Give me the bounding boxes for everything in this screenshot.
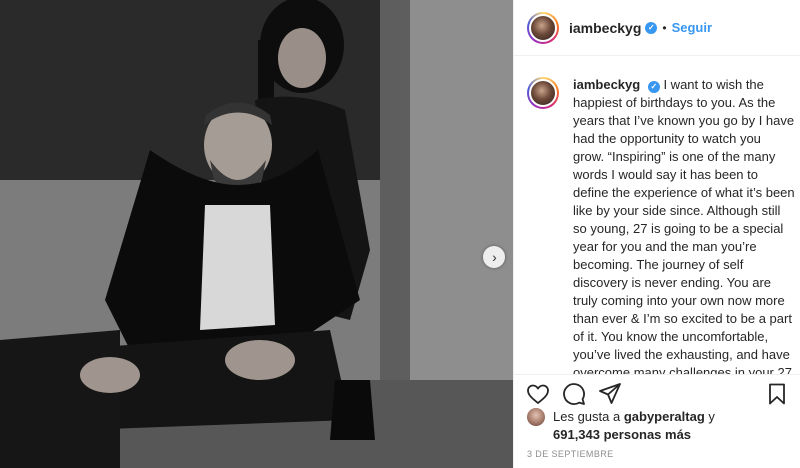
- likes-text: Les gusta a gabyperaltag y 691,343 perso…: [553, 408, 715, 444]
- caption-body: I want to wish the happiest of birthdays…: [573, 77, 795, 374]
- post-header: iambeckyg ✓ • Seguir: [514, 0, 800, 56]
- likes-count[interactable]: 691,343 personas más: [553, 427, 691, 442]
- caption-username[interactable]: iambeckyg: [573, 77, 640, 92]
- verified-badge-icon: ✓: [645, 21, 658, 34]
- likes-prefix: Les gusta a: [553, 409, 621, 424]
- caption-text-block: iambeckyg ✓ I want to wish the happiest …: [573, 76, 795, 374]
- chevron-right-icon: ›: [492, 249, 497, 265]
- comments-area[interactable]: iambeckyg ✓ I want to wish the happiest …: [514, 56, 800, 374]
- follow-button[interactable]: Seguir: [672, 20, 712, 35]
- separator-dot: •: [662, 20, 667, 35]
- likes-conjunction: y: [708, 409, 715, 424]
- comment-icon[interactable]: [562, 382, 586, 406]
- post-sidebar: iambeckyg ✓ • Seguir iambeckyg ✓ I want …: [513, 0, 800, 468]
- post-photo[interactable]: ›: [0, 0, 513, 468]
- bookmark-icon[interactable]: [765, 382, 789, 406]
- verified-badge-icon: ✓: [647, 81, 660, 93]
- share-icon[interactable]: [598, 382, 622, 406]
- post-date[interactable]: 3 DE SEPTIEMBRE: [527, 449, 614, 459]
- action-bar: [514, 374, 800, 410]
- liker-username[interactable]: gabyperaltag: [624, 409, 705, 424]
- liker-avatar[interactable]: [527, 408, 545, 426]
- header-username[interactable]: iambeckyg: [569, 20, 641, 36]
- caption-avatar[interactable]: [527, 77, 559, 109]
- likes-section: Les gusta a gabyperaltag y 691,343 perso…: [527, 408, 792, 444]
- avatar[interactable]: [527, 11, 559, 44]
- instagram-post: › iambeckyg ✓ • Seguir iambeckyg ✓ I wan…: [0, 0, 800, 468]
- photo-illustration: [0, 0, 513, 468]
- heart-icon[interactable]: [526, 382, 550, 406]
- caption: iambeckyg ✓ I want to wish the happiest …: [527, 76, 795, 374]
- carousel-next-button[interactable]: ›: [483, 246, 505, 268]
